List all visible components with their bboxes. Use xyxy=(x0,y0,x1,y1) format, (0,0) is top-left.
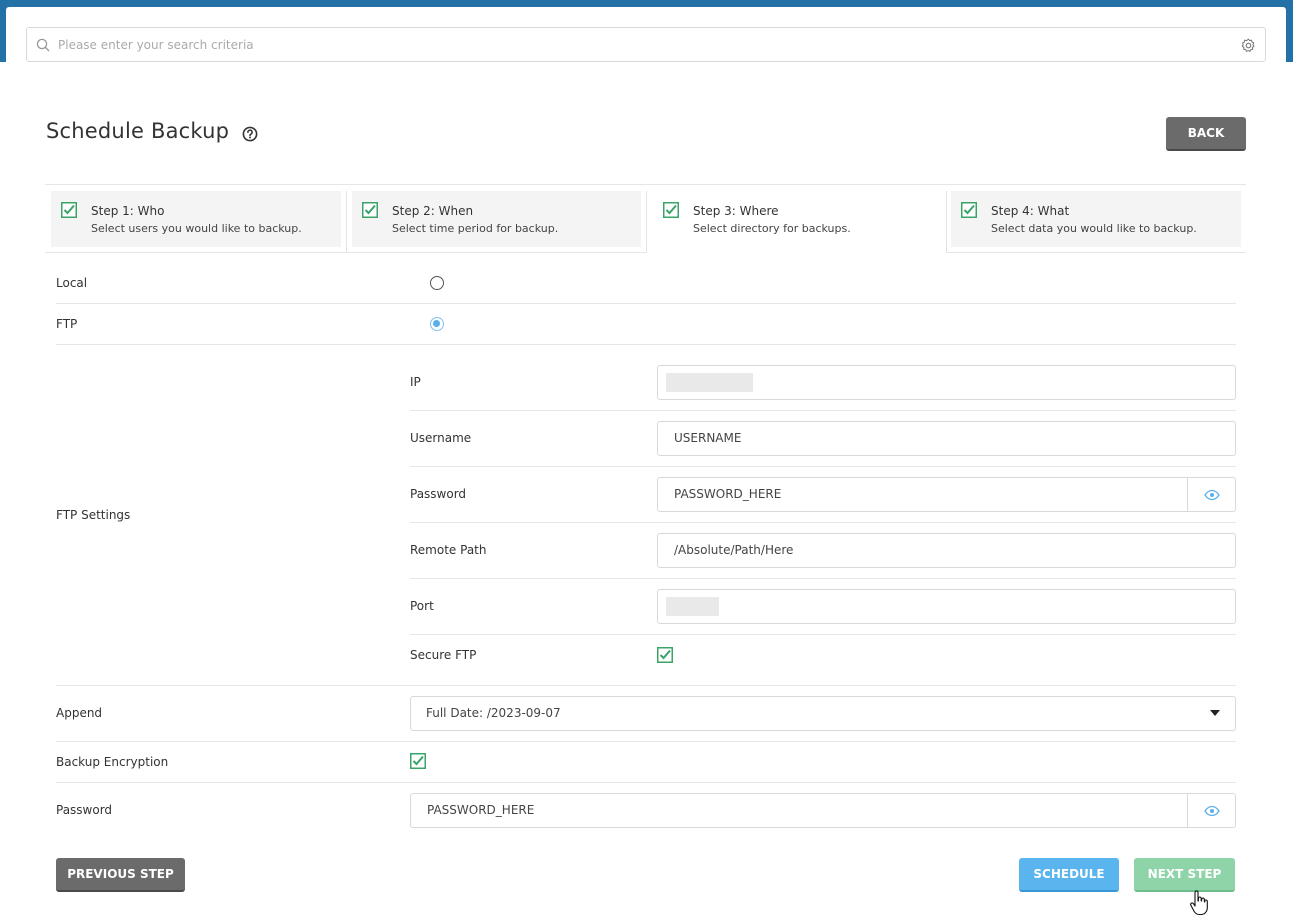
divider xyxy=(56,782,1236,783)
ftp-password-label: Password xyxy=(410,487,467,501)
step-title: Step 2: When xyxy=(392,204,474,218)
step-divider xyxy=(646,191,647,253)
checkbox-checked-icon xyxy=(61,202,77,218)
port-field[interactable] xyxy=(657,589,1236,624)
remote-path-field[interactable]: /Absolute/Path/Here xyxy=(657,533,1236,568)
username-value: USERNAME xyxy=(674,431,742,445)
port-label: Port xyxy=(410,599,434,613)
divider xyxy=(56,303,1236,304)
divider xyxy=(56,344,1236,345)
step-description: Select directory for backups. xyxy=(693,222,851,235)
back-button[interactable]: BACK xyxy=(1166,117,1246,151)
redacted-value xyxy=(666,597,719,616)
show-password-toggle[interactable] xyxy=(1187,478,1235,511)
local-radio[interactable] xyxy=(430,276,444,290)
secure-ftp-checkbox[interactable] xyxy=(657,647,673,663)
next-step-button[interactable]: NEXT STEP xyxy=(1134,858,1235,892)
append-label: Append xyxy=(56,706,103,720)
ftp-radio[interactable] xyxy=(430,317,444,331)
search-input[interactable] xyxy=(58,28,1228,61)
main-card xyxy=(6,7,1286,917)
step-divider xyxy=(946,191,947,253)
encryption-password-label: Password xyxy=(56,803,113,817)
ftp-password-value: PASSWORD_HERE xyxy=(674,487,782,501)
redacted-value xyxy=(666,373,753,392)
backup-encryption-label: Backup Encryption xyxy=(56,755,169,769)
search-icon xyxy=(36,38,50,52)
encryption-password-field[interactable]: PASSWORD_HERE xyxy=(410,793,1236,828)
username-field[interactable]: USERNAME xyxy=(657,421,1236,456)
local-label: Local xyxy=(56,276,88,290)
append-select[interactable]: Full Date: /2023-09-07 xyxy=(410,696,1236,731)
divider xyxy=(56,685,1236,686)
checkbox-checked-icon xyxy=(663,202,679,218)
divider xyxy=(410,410,1236,411)
eye-icon xyxy=(1204,489,1220,501)
divider xyxy=(410,578,1236,579)
divider xyxy=(410,522,1236,523)
search-bar[interactable] xyxy=(26,27,1266,62)
eye-icon xyxy=(1204,805,1220,817)
step-description: Select users you would like to backup. xyxy=(91,222,302,235)
divider xyxy=(410,466,1236,467)
step-where[interactable]: Step 3: Where Select directory for backu… xyxy=(653,191,943,253)
wizard-steps: Step 1: Who Select users you would like … xyxy=(45,184,1246,253)
backup-encryption-checkbox[interactable] xyxy=(410,753,426,769)
step-title: Step 4: What xyxy=(991,204,1070,218)
divider xyxy=(45,252,647,253)
divider xyxy=(410,634,1236,635)
encryption-password-value: PASSWORD_HERE xyxy=(427,803,535,817)
divider xyxy=(56,741,1236,742)
checkbox-checked-icon xyxy=(362,202,378,218)
ftp-settings-label: FTP Settings xyxy=(56,508,131,522)
username-label: Username xyxy=(410,431,472,445)
divider xyxy=(946,252,1246,253)
step-title: Step 3: Where xyxy=(693,204,779,218)
checkbox-checked-icon xyxy=(961,202,977,218)
remote-path-label: Remote Path xyxy=(410,543,487,557)
gear-icon[interactable] xyxy=(1241,38,1256,53)
append-value: Full Date: /2023-09-07 xyxy=(426,706,561,720)
ftp-label: FTP xyxy=(56,317,78,331)
ip-label: IP xyxy=(410,375,421,389)
ftp-password-field[interactable]: PASSWORD_HERE xyxy=(657,477,1236,512)
step-description: Select time period for backup. xyxy=(392,222,559,235)
help-icon[interactable] xyxy=(242,126,258,142)
step-divider xyxy=(346,191,347,253)
chevron-down-icon xyxy=(1210,710,1220,716)
hand-cursor-icon xyxy=(1190,890,1208,916)
step-what[interactable]: Step 4: What Select data you would like … xyxy=(951,191,1241,247)
step-when[interactable]: Step 2: When Select time period for back… xyxy=(352,191,641,247)
page-title: Schedule Backup xyxy=(46,119,230,143)
show-password-toggle[interactable] xyxy=(1187,794,1235,827)
remote-path-value: /Absolute/Path/Here xyxy=(674,543,794,557)
ip-field[interactable] xyxy=(657,365,1236,400)
step-who[interactable]: Step 1: Who Select users you would like … xyxy=(51,191,341,247)
previous-step-button[interactable]: PREVIOUS STEP xyxy=(56,858,185,892)
step-description: Select data you would like to backup. xyxy=(991,222,1197,235)
schedule-button[interactable]: SCHEDULE xyxy=(1019,858,1119,892)
step-title: Step 1: Who xyxy=(91,204,165,218)
secure-ftp-label: Secure FTP xyxy=(410,648,477,662)
